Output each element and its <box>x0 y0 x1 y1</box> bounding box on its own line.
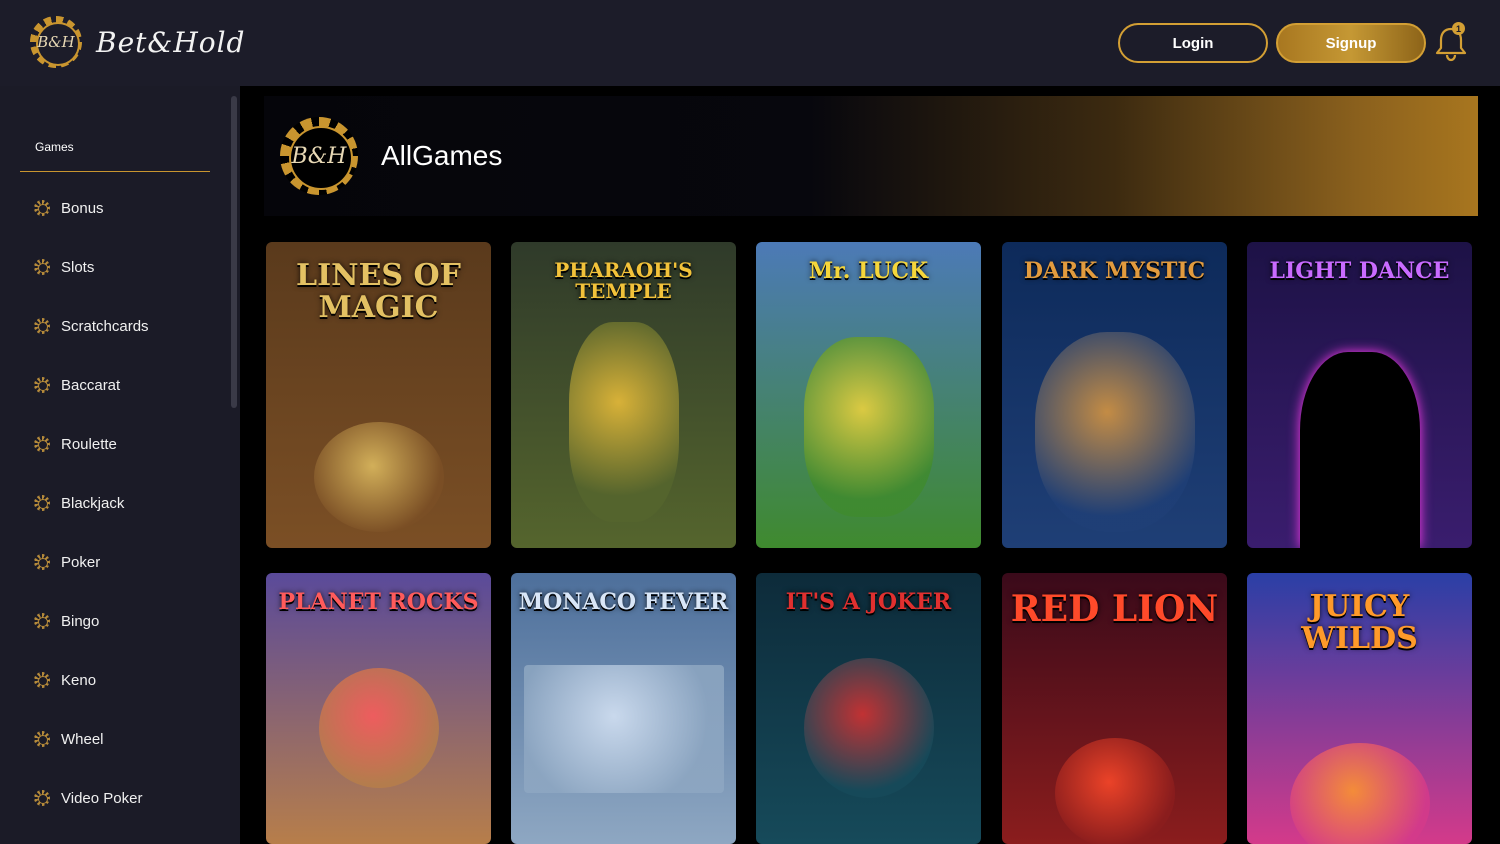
game-title: RED LION <box>1010 588 1219 630</box>
game-card[interactable]: JUICY WILDS <box>1247 573 1472 844</box>
sidebar-item-blackjack[interactable]: Blackjack <box>34 491 124 515</box>
chip-icon <box>34 377 50 393</box>
notification-count-badge: 1 <box>1452 22 1465 35</box>
game-title: Mr. LUCK <box>808 258 929 284</box>
sidebar-divider <box>20 171 210 172</box>
logo-wordmark: Bet&Hold <box>96 25 246 59</box>
sidebar-item-keno[interactable]: Keno <box>34 668 96 692</box>
game-character-image <box>1054 738 1175 844</box>
game-character-image <box>568 322 679 522</box>
game-card[interactable]: LIGHT DANCE <box>1247 242 1472 548</box>
game-character-image <box>1034 332 1195 532</box>
sidebar-item-label: Blackjack <box>61 494 125 512</box>
sidebar-item-label: Keno <box>61 671 97 689</box>
chip-icon <box>34 613 50 629</box>
chip-icon <box>34 200 50 216</box>
chip-icon <box>34 554 50 570</box>
game-title: PLANET ROCKS <box>278 589 479 615</box>
login-button[interactable]: Login <box>1118 23 1268 63</box>
sidebar-item-label: Poker <box>61 553 101 571</box>
game-card[interactable]: RED LION <box>1002 573 1227 844</box>
game-title: LINES OF MAGIC <box>296 258 461 325</box>
chip-icon <box>34 259 50 275</box>
sidebar-item-roulette[interactable]: Roulette <box>34 432 117 456</box>
game-card[interactable]: DARK MYSTIC <box>1002 242 1227 548</box>
chip-icon <box>34 436 50 452</box>
sidebar-item-label: Wheel <box>61 730 104 748</box>
game-title: MONACO FEVER <box>518 589 729 615</box>
sidebar-item-label: Roulette <box>61 435 117 453</box>
sidebar-scrollbar[interactable] <box>231 96 237 408</box>
game-card[interactable]: MONACO FEVER <box>511 573 736 844</box>
signup-button[interactable]: Signup <box>1276 23 1426 63</box>
game-card[interactable]: Mr. LUCK <box>756 242 981 548</box>
top-header: B&H Bet&Hold Login Signup 1 <box>0 0 1500 86</box>
game-title: IT'S A JOKER <box>785 589 952 615</box>
sidebar-heading: Games <box>35 140 74 154</box>
sidebar-item-label: Bingo <box>61 612 100 630</box>
banner-chip-icon: B&H <box>280 117 358 195</box>
sidebar-item-poker[interactable]: Poker <box>34 550 100 574</box>
site-logo[interactable]: B&H Bet&Hold <box>30 16 245 68</box>
sidebar-item-label: Video Poker <box>61 789 143 807</box>
sidebar-item-label: Slots <box>61 258 95 276</box>
sidebar-item-baccarat[interactable]: Baccarat <box>34 373 120 397</box>
game-title: PHARAOH'S TEMPLE <box>554 258 693 303</box>
game-title: LIGHT DANCE <box>1269 258 1450 284</box>
chip-icon <box>34 731 50 747</box>
banner-chip-text: B&H <box>291 143 347 169</box>
game-card[interactable]: PHARAOH'S TEMPLE <box>511 242 736 548</box>
game-character-image <box>318 668 439 788</box>
game-card[interactable]: LINES OF MAGIC <box>266 242 491 548</box>
sidebar-item-bonus[interactable]: Bonus <box>34 196 104 220</box>
sidebar-item-scratchcards[interactable]: Scratchcards <box>34 314 149 338</box>
dancer-silhouette-image <box>1299 352 1420 548</box>
sidebar-item-slots[interactable]: Slots <box>34 255 94 279</box>
game-character-image <box>313 422 444 532</box>
chip-icon <box>34 672 50 688</box>
chip-icon <box>34 318 50 334</box>
game-title: DARK MYSTIC <box>1023 258 1206 284</box>
game-character-image <box>523 665 724 793</box>
game-title: JUICY WILDS <box>1301 589 1418 656</box>
sidebar-item-bingo[interactable]: Bingo <box>34 609 99 633</box>
game-card[interactable]: IT'S A JOKER <box>756 573 981 844</box>
logo-chip-icon: B&H <box>30 16 82 68</box>
logo-chip-text: B&H <box>37 33 75 51</box>
sidebar-item-wheel[interactable]: Wheel <box>34 727 104 751</box>
game-card[interactable]: PLANET ROCKS <box>266 573 491 844</box>
sidebar-item-label: Scratchcards <box>61 317 149 335</box>
sidebar-item-label: Bonus <box>61 199 104 217</box>
sidebar-item-video-poker[interactable]: Video Poker <box>34 786 142 810</box>
sidebar-item-label: Baccarat <box>61 376 121 394</box>
chip-icon <box>34 790 50 806</box>
chip-icon <box>34 495 50 511</box>
game-character-image <box>803 658 934 798</box>
game-character-image <box>803 337 934 517</box>
page-title: AllGames <box>381 140 503 171</box>
